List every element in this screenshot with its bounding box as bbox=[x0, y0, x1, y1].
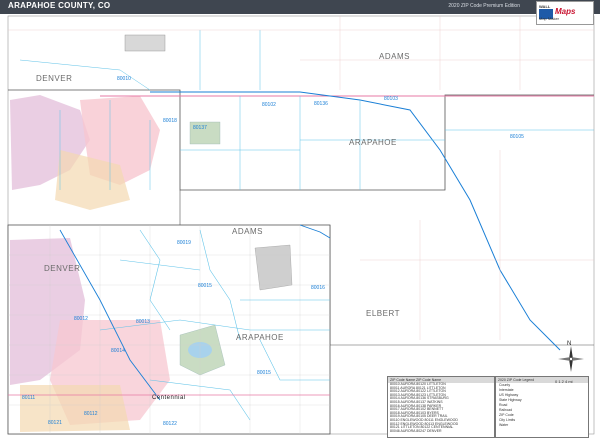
logo-line3: Map Maker bbox=[539, 16, 560, 21]
zip-label: 80122 bbox=[163, 421, 177, 427]
zip-label: 80010 bbox=[117, 76, 131, 82]
airport-area bbox=[124, 34, 166, 52]
zip-label: 80016 bbox=[311, 285, 325, 291]
label-adams-north: ADAMS bbox=[379, 52, 410, 61]
map-title: ARAPAHOE COUNTY, CO bbox=[8, 1, 111, 10]
zip-label: 80121 bbox=[48, 420, 62, 426]
zip-label: 80015 bbox=[257, 370, 271, 376]
zip-table-row: 80046 AURORA 80247 DENVER bbox=[390, 428, 442, 433]
map-frame: ARAPAHOE COUNTY, CO 2020 ZIP Code Premiu… bbox=[0, 0, 600, 440]
inset-centennial-area bbox=[20, 385, 130, 432]
zip-label: 80112 bbox=[84, 411, 98, 417]
key-row-water: Water bbox=[499, 423, 509, 427]
label-centennial: Centennial bbox=[152, 395, 186, 401]
scale-bar-label: 0 1 2 4 mi bbox=[555, 379, 573, 384]
title-bar: ARAPAHOE COUNTY, CO 2020 ZIP Code Premiu… bbox=[0, 0, 600, 14]
label-arapahoe-main: ARAPAHOE bbox=[349, 138, 397, 147]
zip-label: 80015 bbox=[198, 283, 212, 289]
logo-brand: Maps bbox=[555, 7, 576, 16]
zip-code-table: ZIP Code Name ZIP Code Name 80010 AURORA… bbox=[387, 376, 495, 438]
zip-label: 80012 bbox=[74, 316, 88, 322]
zip-label: 80013 bbox=[136, 319, 150, 325]
publisher-logo: WALL Maps Map Maker bbox=[536, 1, 594, 25]
inset-reservoir-area bbox=[254, 244, 293, 291]
zip-label: 80019 bbox=[177, 240, 191, 246]
label-elbert: ELBERT bbox=[366, 309, 400, 318]
zip-label: 80103 bbox=[384, 96, 398, 102]
compass-north-label: N bbox=[567, 341, 572, 347]
zip-label: 80018 bbox=[163, 118, 177, 124]
zip-label: 80136 bbox=[314, 101, 328, 107]
zip-label: 80105 bbox=[510, 134, 524, 140]
zip-label: 80111 bbox=[22, 395, 36, 401]
label-denver-north: DENVER bbox=[36, 74, 73, 83]
map-subtitle: 2020 ZIP Code Premium Edition bbox=[448, 3, 520, 9]
compass-rose-icon bbox=[558, 346, 584, 372]
zip-label: 80137 bbox=[193, 125, 207, 131]
map-key: 2020 ZIP Code Legend County Interstate U… bbox=[495, 376, 589, 438]
label-arapahoe-inset: ARAPAHOE bbox=[236, 333, 284, 342]
label-adams-inset: ADAMS bbox=[232, 227, 263, 236]
zip-label: 80014 bbox=[111, 348, 125, 354]
label-denver-inset: DENVER bbox=[44, 264, 81, 273]
zip-label: 80102 bbox=[262, 102, 276, 108]
